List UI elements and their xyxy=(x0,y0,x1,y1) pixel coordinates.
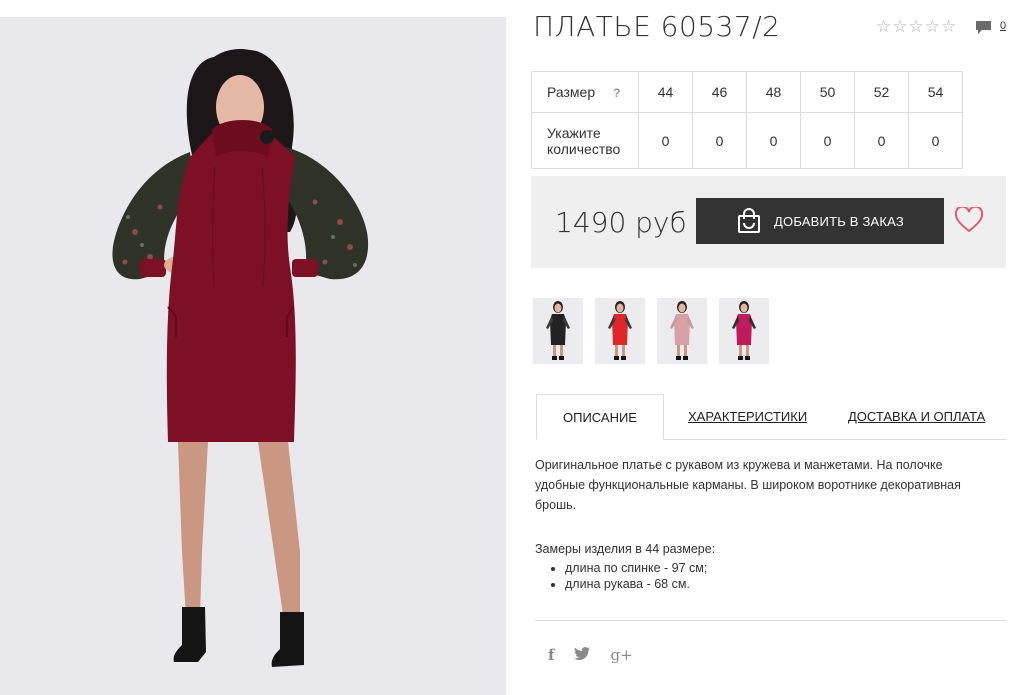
product-description: Оригинальное платье с рукавом из кружева… xyxy=(535,458,961,512)
size-cell: 48 xyxy=(746,71,801,113)
quantity-input[interactable] xyxy=(756,131,791,150)
quantity-cell xyxy=(638,112,693,169)
shopping-bag-icon xyxy=(736,207,762,236)
tab-characteristics[interactable]: ХАРАКТЕРИСТИКИ xyxy=(688,394,807,439)
price-panel: 1490 руб ДОБАВИТЬ В ЗАКАЗ xyxy=(531,176,1006,268)
rating-stars[interactable]: ☆ ☆ ☆ ☆ ☆ xyxy=(876,18,956,35)
star-icon[interactable]: ☆ xyxy=(925,18,940,35)
size-help-icon[interactable]: ? xyxy=(613,86,620,100)
price: 1490 руб xyxy=(555,206,687,239)
thumbnail-magenta[interactable] xyxy=(719,298,769,364)
color-thumbnails xyxy=(533,298,769,364)
quantity-cell xyxy=(692,112,747,169)
wishlist-heart-icon[interactable] xyxy=(954,205,984,238)
thumbnail-dress-image xyxy=(670,301,694,360)
quantity-input[interactable] xyxy=(864,131,899,150)
quantity-cell xyxy=(908,112,963,169)
quantity-input[interactable] xyxy=(810,131,845,150)
size-header-cell: Размер? xyxy=(531,71,639,113)
thumbnail-red[interactable] xyxy=(595,298,645,364)
measurement-item: длина по спинке - 97 см; xyxy=(565,560,707,576)
thumbnail-dress-image xyxy=(732,301,756,360)
comments-link[interactable]: 0 xyxy=(975,20,1006,35)
quantity-cell xyxy=(746,112,801,169)
quantity-cell xyxy=(800,112,855,169)
star-icon[interactable]: ☆ xyxy=(892,18,907,35)
quantity-row: Укажите количество xyxy=(531,112,963,169)
quantity-label-line1: Укажите xyxy=(547,124,601,141)
product-main-image[interactable] xyxy=(0,17,506,695)
size-cell: 50 xyxy=(800,71,855,113)
quantity-input[interactable] xyxy=(702,131,737,150)
divider xyxy=(535,620,1006,621)
size-quantity-table: Размер? 44 46 48 50 52 54 Укажите количе… xyxy=(531,71,963,169)
thumbnail-pink[interactable] xyxy=(657,298,707,364)
size-row: Размер? 44 46 48 50 52 54 xyxy=(531,71,963,113)
comment-bubble-icon xyxy=(975,20,992,35)
quantity-cell xyxy=(854,112,909,169)
product-title: ПЛАТЬЕ 60537/2 xyxy=(533,10,781,43)
size-label: Размер xyxy=(547,84,596,100)
model-dress-illustration xyxy=(112,48,369,667)
measurements-title: Замеры изделия в 44 размере: xyxy=(535,542,716,556)
twitter-icon[interactable] xyxy=(574,646,591,664)
size-cell: 52 xyxy=(854,71,909,113)
tab-description[interactable]: ОПИСАНИЕ xyxy=(536,394,664,440)
star-icon[interactable]: ☆ xyxy=(876,18,891,35)
measurements-list: длина по спинке - 97 см; длина рукава - … xyxy=(535,560,707,592)
star-icon[interactable]: ☆ xyxy=(909,18,924,35)
thumbnail-dress-image xyxy=(608,301,632,360)
quantity-header-cell: Укажите количество xyxy=(531,112,639,169)
social-share: f g+ xyxy=(548,646,633,664)
add-to-order-label: ДОБАВИТЬ В ЗАКАЗ xyxy=(774,213,904,229)
thumbnail-dress-image xyxy=(546,301,570,360)
star-icon[interactable]: ☆ xyxy=(941,18,956,35)
size-cell: 44 xyxy=(638,71,693,113)
tab-delivery-payment[interactable]: ДОСТАВКА И ОПЛАТА xyxy=(848,394,985,439)
google-plus-icon[interactable]: g+ xyxy=(610,646,632,664)
quantity-input[interactable] xyxy=(648,131,683,150)
quantity-input[interactable] xyxy=(918,131,953,150)
thumbnail-black[interactable] xyxy=(533,298,583,364)
size-cell: 54 xyxy=(908,71,963,113)
measurement-item: длина рукава - 68 см. xyxy=(565,576,707,592)
comments-count[interactable]: 0 xyxy=(1000,20,1006,32)
quantity-label-line2: количество xyxy=(547,140,621,157)
facebook-icon[interactable]: f xyxy=(548,646,554,664)
add-to-order-button[interactable]: ДОБАВИТЬ В ЗАКАЗ xyxy=(696,198,944,244)
size-cell: 46 xyxy=(692,71,747,113)
product-tabs: ОПИСАНИЕ ХАРАКТЕРИСТИКИ ДОСТАВКА И ОПЛАТ… xyxy=(536,394,1006,440)
